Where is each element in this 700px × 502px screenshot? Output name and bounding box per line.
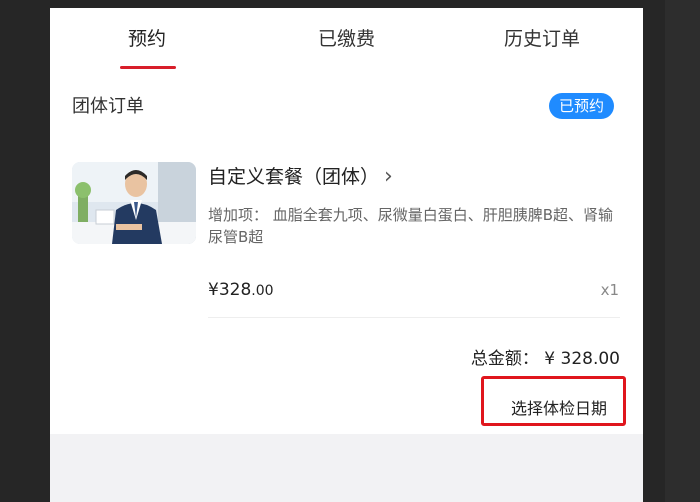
item-quantity: x1 <box>600 281 619 299</box>
background-panel <box>665 0 700 502</box>
page-bottom-area <box>50 434 643 502</box>
tab-bar: 预约 已缴费 历史订单 <box>50 8 643 70</box>
tab-paid[interactable]: 已缴费 <box>318 24 375 51</box>
addon-items-text: 增加项： 血脂全套九项、尿微量白蛋白、肝胆胰脾B超、肾输尿管B超 <box>208 206 614 246</box>
price-main: ¥328 <box>208 280 252 300</box>
divider <box>208 317 620 318</box>
price-decimals: .00 <box>251 283 274 299</box>
chevron-right-icon[interactable]: › <box>384 164 393 189</box>
item-price: ¥328.00 <box>208 280 274 300</box>
tab-history[interactable]: 历史订单 <box>504 24 580 51</box>
active-tab-indicator <box>120 66 176 69</box>
tab-reservation[interactable]: 预约 <box>128 24 166 51</box>
select-exam-date-button[interactable]: 选择体检日期 <box>511 395 607 419</box>
package-thumbnail <box>72 162 196 244</box>
order-total: 总金额： ¥ 328.00 <box>470 349 620 369</box>
order-type-title: 团体订单 <box>72 96 144 117</box>
package-title[interactable]: 自定义套餐（团体） <box>208 162 379 189</box>
status-badge: 已预约 <box>548 93 614 119</box>
order-screen: 预约 已缴费 历史订单 团体订单 已预约 自定义套餐（团体） › 增加项： 血脂… <box>50 8 643 502</box>
